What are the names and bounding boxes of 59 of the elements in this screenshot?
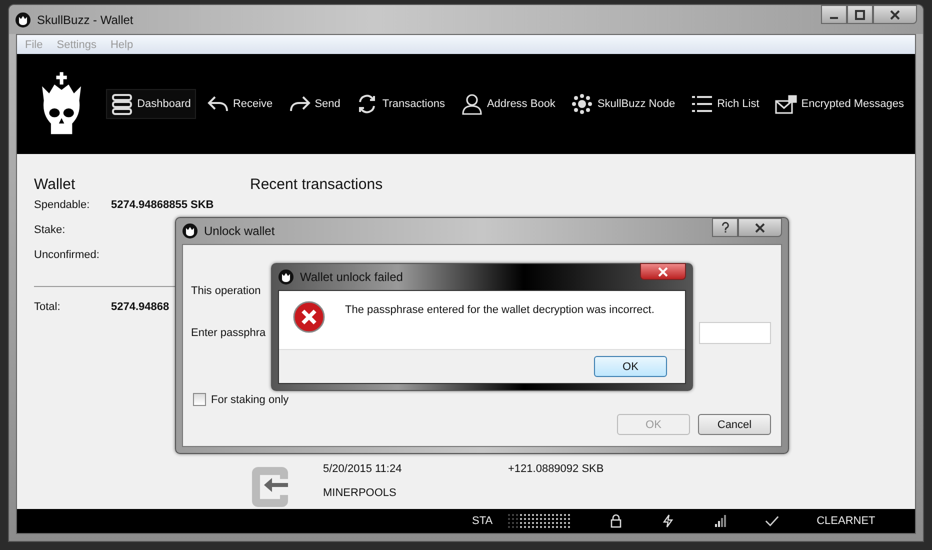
signal-icon xyxy=(712,514,727,528)
close-icon xyxy=(658,266,668,276)
incoming-arrow-icon xyxy=(250,465,290,509)
nav-tab[interactable]: Address Book xyxy=(456,89,560,119)
close-button[interactable] xyxy=(873,5,917,24)
sync-progress-icon xyxy=(506,513,571,529)
passphrase-field[interactable] xyxy=(699,322,771,344)
nav-tab[interactable]: Transactions xyxy=(351,89,450,119)
close-icon xyxy=(755,222,765,232)
help-icon xyxy=(720,222,730,233)
nav-tab[interactable]: Rich List xyxy=(686,89,764,119)
transaction-date: 5/20/2015 11:24 xyxy=(323,463,403,475)
ok-button[interactable]: OK xyxy=(594,356,667,377)
close-icon xyxy=(890,10,900,20)
checkmark-icon xyxy=(764,514,779,528)
dialog-button[interactable]: Cancel xyxy=(698,414,771,435)
transaction-address: MINERPOOLS xyxy=(323,487,398,499)
transaction-amount: +121.0889092 SKB xyxy=(508,463,604,475)
minimize-button[interactable] xyxy=(821,5,847,24)
help-button[interactable] xyxy=(712,218,738,237)
balance-label: Unconfirmed: xyxy=(34,249,100,263)
close-button[interactable] xyxy=(640,263,686,280)
close-button[interactable] xyxy=(738,218,782,237)
list-icon xyxy=(691,93,714,115)
skull-icon xyxy=(278,269,294,285)
skull-icon xyxy=(182,223,198,239)
dialog-title: Unlock wallet xyxy=(204,224,275,238)
total-value: 5274.94868 xyxy=(111,301,170,315)
nav-tab[interactable]: Dashboard xyxy=(106,89,196,119)
envelope-lock-icon xyxy=(775,93,798,115)
lightning-icon xyxy=(660,514,675,528)
person-icon xyxy=(460,93,483,115)
staking-checkbox-label: For staking only xyxy=(211,394,289,406)
skull-icon xyxy=(15,12,31,28)
staking-status: STA xyxy=(472,515,493,527)
balance-value: 5274.94868855 SKB xyxy=(111,199,214,213)
nav-tab[interactable]: Receive xyxy=(202,89,278,119)
error-icon xyxy=(293,301,325,333)
staking-checkbox[interactable] xyxy=(193,393,206,406)
network-icon xyxy=(571,93,594,115)
minimize-icon xyxy=(830,16,838,18)
error-message: The passphrase entered for the wallet decryption was incorrect. xyxy=(345,304,654,316)
nav-tab[interactable]: Encrypted Messages xyxy=(770,89,909,119)
window-title: SkullBuzz - Wallet xyxy=(37,12,134,26)
dialog-title: Wallet unlock failed xyxy=(300,270,403,284)
network-status: CLEARNET xyxy=(816,515,876,527)
operation-message: This operation xyxy=(191,285,261,297)
balance-label: Spendable: xyxy=(34,199,91,213)
nav-tab[interactable]: SkullBuzz Node xyxy=(566,89,680,119)
lock-icon xyxy=(608,514,623,528)
nav-tab[interactable]: Send xyxy=(284,89,346,119)
balance-label: Stake: xyxy=(34,224,66,238)
passphrase-label: Enter passphra xyxy=(191,327,266,339)
dashboard-icon xyxy=(111,93,134,115)
recent-transactions-heading: Recent transactions xyxy=(250,176,384,193)
total-label: Total: xyxy=(34,301,62,315)
wallet-heading: Wallet xyxy=(34,176,76,193)
maximize-icon xyxy=(855,10,865,20)
maximize-button[interactable] xyxy=(847,5,873,24)
